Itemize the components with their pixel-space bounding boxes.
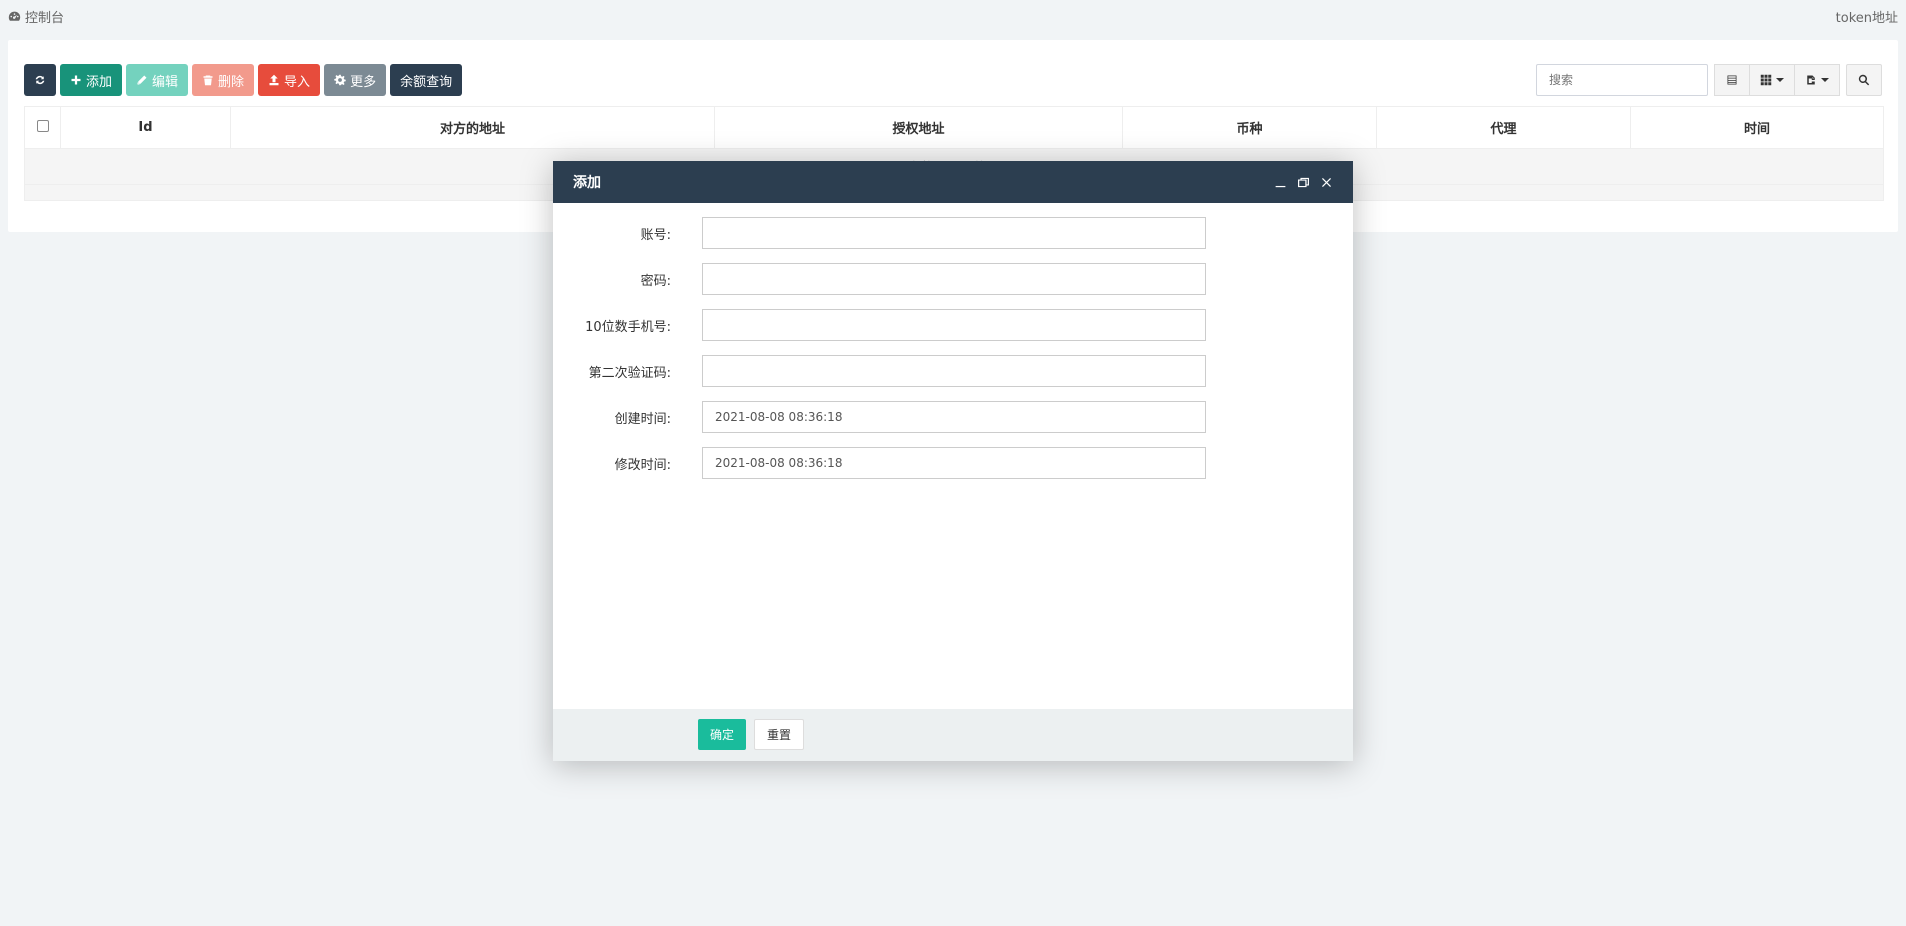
phone-label: 10位数手机号: [585, 319, 671, 335]
password-field[interactable] [702, 263, 1206, 295]
create-time-field[interactable] [702, 401, 1206, 433]
form-row-account: 账号: [553, 217, 1206, 249]
balance-query-button[interactable]: 余额查询 [390, 64, 463, 96]
column-header-authorized-address[interactable]: 授权地址 [714, 106, 1123, 149]
top-bar: 控制台 token地址 [0, 0, 1906, 32]
grid-icon [1760, 74, 1772, 86]
import-button[interactable]: 导入 [258, 64, 321, 96]
token-address-link[interactable]: token地址 [1836, 7, 1898, 26]
pencil-icon [137, 75, 147, 85]
export-icon [1807, 75, 1815, 85]
create-time-label: 创建时间: [614, 411, 671, 427]
maximize-button[interactable] [1297, 176, 1310, 189]
import-button-label: 导入 [284, 74, 311, 90]
more-button-label: 更多 [350, 74, 377, 90]
select-all-header[interactable] [24, 106, 61, 149]
close-icon [1322, 177, 1331, 187]
table-header-row: Id 对方的地址 授权地址 币种 代理 时间 [24, 106, 1884, 149]
update-time-label: 修改时间: [614, 457, 671, 473]
column-header-id[interactable]: Id [60, 106, 231, 149]
advanced-search-button[interactable] [1846, 64, 1882, 96]
view-button-group [1714, 64, 1840, 96]
update-time-field[interactable] [702, 447, 1206, 479]
select-all-checkbox[interactable] [36, 119, 49, 132]
account-label: 账号: [640, 227, 671, 243]
form-row-second-code: 第二次验证码: [553, 355, 1206, 387]
trash-icon [203, 75, 213, 86]
second-code-label: 第二次验证码: [588, 365, 671, 381]
plus-icon [71, 75, 81, 85]
restore-icon [1298, 177, 1309, 187]
confirm-button[interactable]: 确定 [698, 719, 747, 750]
toggle-view-button[interactable] [1714, 64, 1750, 96]
form-row-phone: 10位数手机号: [553, 309, 1206, 341]
chevron-down-icon [1776, 78, 1784, 82]
delete-button-label: 删除 [218, 74, 245, 90]
phone-field[interactable] [702, 309, 1206, 341]
refresh-button[interactable] [24, 64, 56, 96]
edit-button-label: 编辑 [152, 74, 179, 90]
breadcrumb[interactable]: 控制台 [8, 7, 64, 26]
search-input[interactable] [1536, 64, 1708, 96]
dialog-footer: 确定 重置 [553, 709, 1353, 761]
column-header-currency[interactable]: 币种 [1122, 106, 1377, 149]
minimize-icon [1275, 185, 1286, 187]
password-label: 密码: [640, 273, 671, 289]
add-dialog: 添加 账号: 密码: 10位数手机号: 第二次验证码: 创建时间: 修 [553, 161, 1353, 761]
dialog-title: 添加 [573, 175, 601, 191]
gear-icon [334, 74, 346, 86]
table-view-icon [1727, 75, 1737, 85]
dialog-controls [1274, 176, 1333, 189]
add-button-label: 添加 [86, 74, 113, 90]
columns-button[interactable] [1750, 64, 1795, 96]
form-row-update-time: 修改时间: [553, 447, 1206, 479]
second-code-field[interactable] [702, 355, 1206, 387]
breadcrumb-label: 控制台 [25, 11, 65, 26]
refresh-icon [35, 75, 45, 85]
add-button[interactable]: 添加 [60, 64, 123, 96]
column-header-time[interactable]: 时间 [1630, 106, 1884, 149]
export-button[interactable] [1795, 64, 1840, 96]
edit-button[interactable]: 编辑 [126, 64, 189, 96]
reset-button[interactable]: 重置 [754, 719, 805, 750]
chevron-down-icon [1821, 78, 1829, 82]
column-header-agent[interactable]: 代理 [1376, 106, 1631, 149]
column-header-counterparty-address[interactable]: 对方的地址 [230, 106, 715, 149]
account-field[interactable] [702, 217, 1206, 249]
more-button[interactable]: 更多 [324, 64, 387, 96]
close-button[interactable] [1320, 176, 1333, 189]
form-row-password: 密码: [553, 263, 1206, 295]
dialog-header[interactable]: 添加 [553, 161, 1353, 203]
upload-icon [269, 74, 279, 86]
search-icon [1858, 74, 1870, 86]
form-row-create-time: 创建时间: [553, 401, 1206, 433]
toolbar: 添加 编辑 删除 导入 更多 余额查询 [24, 64, 463, 96]
minimize-button[interactable] [1274, 176, 1287, 189]
delete-button[interactable]: 删除 [192, 64, 255, 96]
dashboard-icon [8, 11, 21, 21]
toolbar-right [1536, 64, 1882, 96]
